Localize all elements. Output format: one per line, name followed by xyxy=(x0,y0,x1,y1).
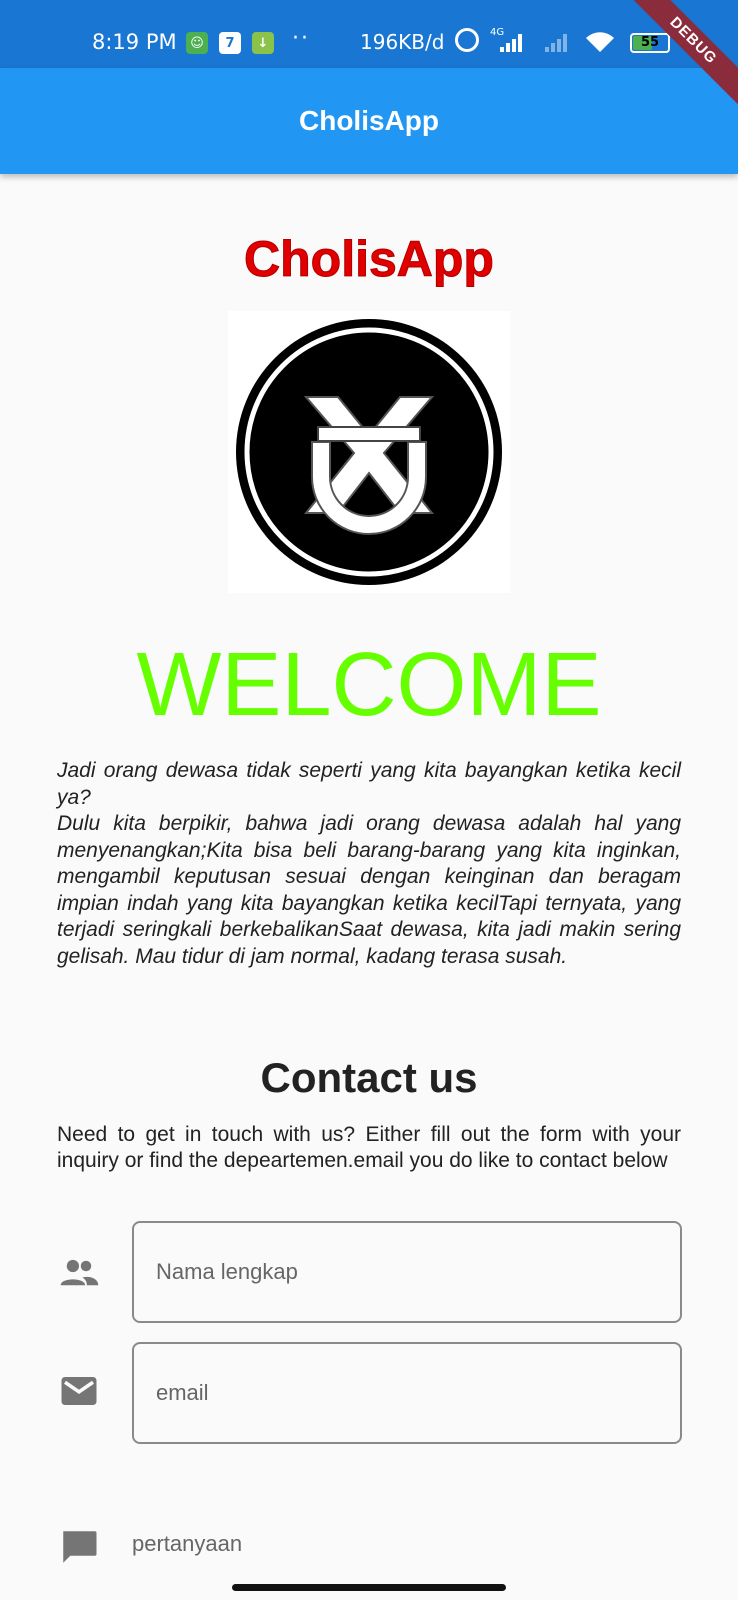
navigation-bar xyxy=(0,1574,738,1600)
alarm-icon xyxy=(455,28,479,52)
wifi-icon xyxy=(586,32,614,52)
mail-icon xyxy=(61,1377,97,1405)
contact-description: Need to get in touch with us? Either fil… xyxy=(57,1123,681,1172)
contact-title: Contact us xyxy=(260,1054,478,1101)
home-gesture-handle[interactable] xyxy=(232,1584,506,1591)
full-name-input[interactable] xyxy=(132,1221,682,1323)
calendar-icon: 7 xyxy=(219,32,241,54)
battery-icon: 55 xyxy=(630,33,670,53)
signal-2-icon xyxy=(545,34,567,52)
cat-app-icon: ☺ xyxy=(186,32,208,54)
app-logo xyxy=(228,311,510,593)
brand-title: CholisApp xyxy=(244,231,495,288)
intro-paragraph: Jadi orang dewasa tidak seperti yang kit… xyxy=(57,759,681,809)
signal-icon xyxy=(500,34,522,52)
status-time: 8:19 PM xyxy=(92,30,177,54)
network-speed: 196KB/d xyxy=(360,30,445,54)
people-icon xyxy=(60,1259,99,1286)
app-bar: CholisApp xyxy=(0,68,738,174)
main-content[interactable]: CholisApp WELCOME Jadi orang dewasa tida… xyxy=(0,174,738,1574)
battery-level: 55 xyxy=(640,35,660,50)
intro-text: Jadi orang dewasa tidak seperti yang kit… xyxy=(57,758,681,970)
message-icon xyxy=(63,1531,97,1563)
intro-paragraph: Dulu kita berpikir, bahwa jadi orang dew… xyxy=(57,812,681,968)
question-input[interactable]: pertanyaan xyxy=(132,1531,242,1557)
download-icon: ↓ xyxy=(252,32,274,54)
status-bar: 8:19 PM ☺ 7 ↓ ·· 196KB/d 4G 55 xyxy=(0,0,738,68)
email-input[interactable] xyxy=(132,1342,682,1444)
logo-icon xyxy=(236,319,502,585)
welcome-heading: WELCOME xyxy=(136,635,602,735)
app-bar-title: CholisApp xyxy=(299,105,439,136)
more-notifications-icon: ·· xyxy=(292,26,310,51)
